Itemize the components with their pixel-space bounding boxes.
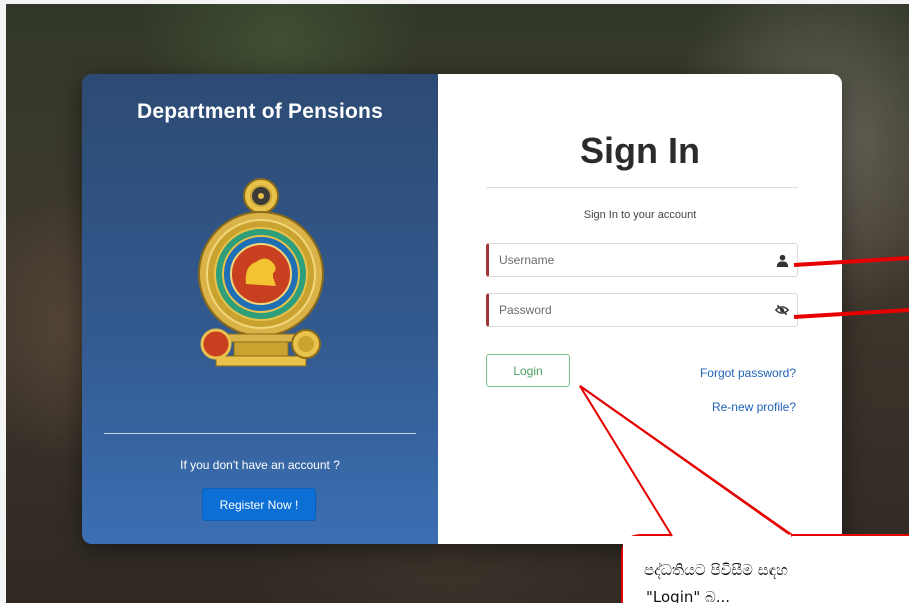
- username-field: [486, 243, 798, 277]
- left-divider: [104, 433, 416, 434]
- annotation-callout-text: පද්ධතියට පිවිසීම සඳහ: [644, 561, 788, 579]
- right-panel: Sign In Sign In to your account Username…: [438, 74, 842, 544]
- no-account-text: If you don't have an account ?: [180, 458, 340, 472]
- forgot-password-link[interactable]: Forgot password?: [700, 366, 796, 380]
- sri-lanka-emblem-icon: [198, 178, 324, 367]
- username-input[interactable]: [489, 244, 767, 276]
- annotation-callout-text-line2: "Login" බ...: [646, 588, 731, 603]
- window-frame-left: [0, 0, 6, 603]
- login-button[interactable]: Login: [486, 354, 570, 387]
- left-panel: Department of Pensions If you don't have…: [82, 74, 438, 544]
- renew-profile-link[interactable]: Re-new profile?: [712, 400, 796, 414]
- password-input[interactable]: [489, 294, 767, 326]
- eye-slash-icon[interactable]: [767, 294, 797, 326]
- login-card: Department of Pensions If you don't have…: [82, 74, 842, 544]
- department-title: Department of Pensions: [137, 100, 383, 123]
- register-now-button[interactable]: Register Now !: [202, 488, 316, 521]
- user-icon: [767, 244, 797, 276]
- sign-in-subtitle: Sign In to your account: [583, 209, 697, 221]
- password-field: [486, 293, 798, 327]
- window-frame-top: [0, 0, 909, 4]
- right-divider: [486, 187, 798, 188]
- sign-in-title: Sign In: [580, 130, 700, 171]
